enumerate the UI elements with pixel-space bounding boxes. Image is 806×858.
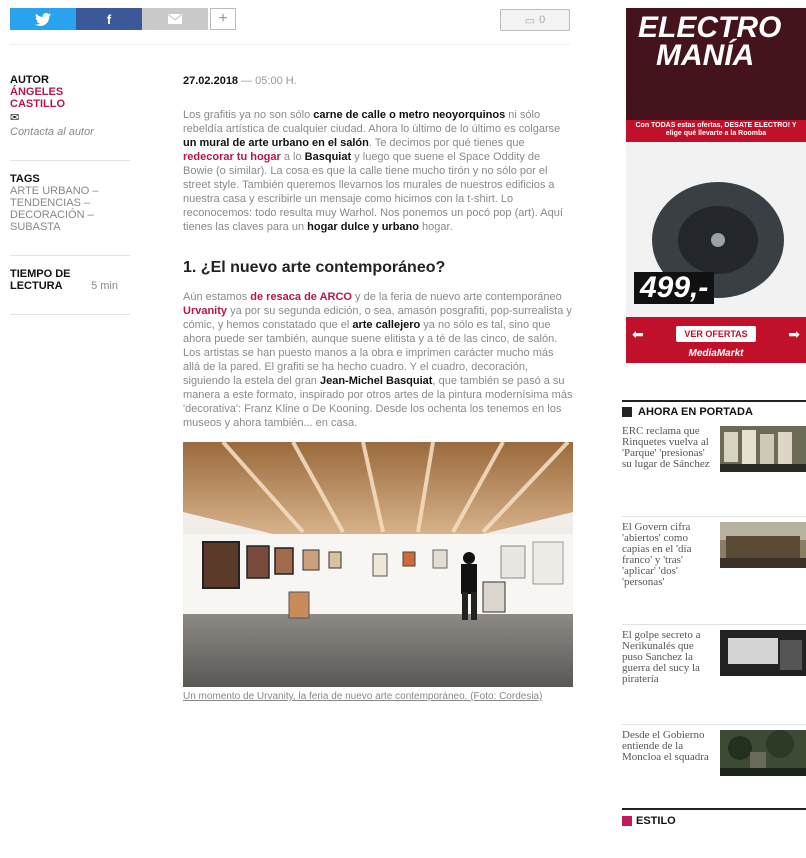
comment-icon: ▭: [524, 14, 536, 27]
publish-date: 27.02.2018 — 05:00 H.: [183, 74, 573, 88]
reading-time-value: 5 min: [91, 280, 118, 292]
news-item[interactable]: El Govern cifra 'abiertos' como capias e…: [622, 522, 806, 588]
arrow-left-icon[interactable]: ⬅: [632, 326, 644, 343]
divider: [10, 255, 130, 256]
tag-link[interactable]: ARTE URBANO –: [10, 185, 130, 197]
section-title: ESTILO: [636, 815, 676, 827]
bold-phrase: hogar dulce y urbano: [307, 221, 419, 233]
text-run: Aún estamos: [183, 291, 251, 303]
inline-link[interactable]: de resaca de ARCO: [250, 291, 352, 303]
paragraph: Aún estamos de resaca de ARCO y de la fe…: [183, 290, 573, 430]
author-link[interactable]: ÁNGELES CASTILLO: [10, 86, 82, 110]
square-icon: [622, 816, 632, 826]
divider: [10, 314, 130, 315]
news-item[interactable]: Desde el Gobierno entiende de la Moncloa…: [622, 730, 806, 776]
arrow-right-icon[interactable]: ➡: [788, 326, 800, 343]
article-meta: AUTOR ÁNGELES CASTILLO ✉ Contacta al aut…: [10, 74, 130, 327]
tag-link[interactable]: DECORACIÓN –: [10, 209, 130, 221]
ad-cta-button[interactable]: VER OFERTAS: [676, 326, 756, 342]
news-thumbnail[interactable]: [720, 730, 806, 776]
divider: [622, 724, 806, 725]
text-run: . Te decimos por qué tienes que: [368, 137, 525, 149]
bold-phrase: carne de calle o metro neoyorquinos: [313, 109, 506, 121]
section-title: AHORA EN PORTADA: [638, 406, 753, 418]
email-share-button[interactable]: [142, 8, 208, 30]
news-title[interactable]: El golpe secreto a Nerikunalés que puso …: [622, 630, 714, 685]
text-run: a lo: [280, 151, 305, 163]
text-run: y de la feria de nuevo arte contemporáne…: [351, 291, 562, 303]
divider: [10, 44, 570, 45]
article-body: 27.02.2018 — 05:00 H. Los grafitis ya no…: [183, 74, 573, 702]
tag-link[interactable]: SUBASTA: [10, 221, 130, 233]
text-run: Los grafitis ya no son sólo: [183, 109, 314, 121]
more-share-button[interactable]: +: [210, 8, 236, 30]
news-thumbnail[interactable]: [720, 426, 806, 472]
comments-button[interactable]: ▭ 0: [500, 9, 570, 31]
news-item[interactable]: ERC reclama que Rinquetes vuelva al 'Par…: [622, 426, 806, 472]
bold-phrase: un mural de arte urbano en el salón: [183, 137, 369, 149]
photo-caption: Un momento de Urvanity, la feria de nuev…: [183, 691, 543, 702]
divider: [10, 160, 130, 161]
ad-title-line: MANÍA: [656, 39, 755, 72]
facebook-share-button[interactable]: f: [76, 8, 142, 30]
divider: [622, 624, 806, 625]
paragraph: Los grafitis ya no son sólo carne de cal…: [183, 108, 573, 234]
contact-author-link[interactable]: Contacta al autor: [10, 126, 130, 138]
bold-phrase: arte callejero: [352, 319, 421, 331]
comments-count: 0: [539, 14, 546, 26]
twitter-share-button[interactable]: [10, 8, 76, 30]
gallery-image: [183, 442, 573, 687]
tags-label: TAGS: [10, 173, 40, 185]
twitter-bird-icon: [35, 12, 51, 26]
reading-time-label: TIEMPO DE LECTURA: [10, 268, 71, 292]
news-title[interactable]: ERC reclama que Rinquetes vuelva al 'Par…: [622, 426, 714, 472]
contact-author[interactable]: ✉: [10, 112, 130, 124]
news-item[interactable]: El golpe secreto a Nerikunalés que puso …: [622, 630, 806, 685]
time-value: — 05:00 H.: [241, 75, 297, 87]
reading-time: TIEMPO DE LECTURA 5 min: [10, 268, 130, 292]
news-thumbnail[interactable]: [720, 630, 806, 676]
ad-title: ELECTRO MANÍA: [638, 11, 798, 72]
divider: [622, 516, 806, 517]
news-title[interactable]: El Govern cifra 'abiertos' como capias e…: [622, 522, 714, 588]
news-title[interactable]: Desde el Gobierno entiende de la Moncloa…: [622, 730, 714, 776]
author-label: AUTOR: [10, 74, 49, 86]
bold-phrase: Jean-Michel Basquiat: [319, 375, 433, 387]
section-heading: 1. ¿El nuevo arte contemporáneo?: [183, 259, 446, 276]
share-bar: f +: [10, 8, 236, 30]
section-header-estilo: ESTILO: [622, 808, 806, 827]
gallery-photo: [183, 442, 573, 687]
date-value: 27.02.2018: [183, 75, 239, 87]
ad-brand: MediaMarkt: [688, 348, 744, 359]
ad-promo: Con TODAS estas ofertas, DESATE ELECTRO!…: [635, 122, 797, 137]
inline-link[interactable]: Urvanity: [183, 305, 227, 317]
bold-phrase: Basquiat: [304, 151, 352, 163]
envelope-icon: [168, 14, 182, 24]
square-icon: [622, 407, 632, 417]
tag-list: ARTE URBANO – TENDENCIAS – DECORACIÓN – …: [10, 185, 130, 233]
envelope-icon: ✉: [10, 112, 20, 124]
advertisement-banner[interactable]: ELECTRO MANÍA Con TODAS estas ofertas, D…: [626, 8, 806, 363]
inline-link[interactable]: redecorar tu hogar: [183, 151, 281, 163]
ad-title-line: ELECTRO: [638, 11, 782, 44]
facebook-icon: f: [106, 11, 112, 27]
news-thumbnail[interactable]: [720, 522, 806, 568]
text-run: hogar.: [419, 221, 453, 233]
section-header-portada: AHORA EN PORTADA: [622, 400, 806, 418]
ad-price: 499,-: [634, 272, 715, 304]
tag-link[interactable]: TENDENCIAS –: [10, 197, 130, 209]
